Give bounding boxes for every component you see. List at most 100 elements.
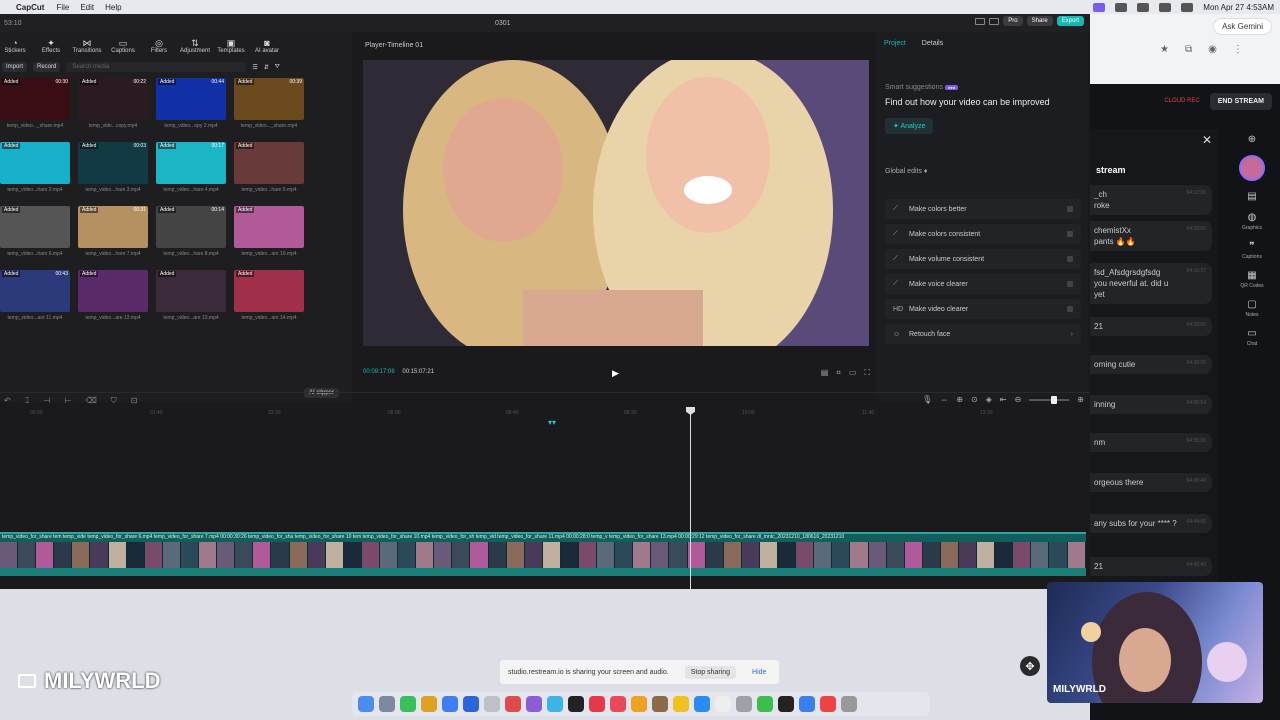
dock-app-icon[interactable] [358, 696, 374, 712]
edit-toggle[interactable] [1067, 206, 1073, 212]
tab-captions[interactable]: ▭ Captions [108, 38, 138, 54]
split-right-icon[interactable]: ⊢ [64, 396, 71, 405]
menubar-datetime[interactable]: Mon Apr 27 4:53AM [1203, 3, 1274, 12]
dock-app-icon[interactable] [715, 696, 731, 712]
timeline-marker-icon[interactable]: ▾▾ [548, 418, 556, 427]
media-item[interactable]: Added 00:03 temp_video...hare 3.mp4 [78, 142, 148, 204]
dock-app-icon[interactable] [421, 696, 437, 712]
dock-app-icon[interactable] [841, 696, 857, 712]
global-edit-item[interactable]: ⟋ Make colors better [885, 199, 1081, 219]
move-icon[interactable]: ✥ [1020, 656, 1040, 676]
tab-filters[interactable]: ◎ Filters [144, 38, 174, 54]
ratio-icon[interactable]: ▭ [849, 368, 857, 378]
media-item[interactable]: Added temp_video...hare 6.mp4 [0, 206, 70, 268]
dock-app-icon[interactable] [547, 696, 563, 712]
video-preview[interactable] [363, 60, 869, 346]
zoom-in-icon[interactable]: ⊕ [1077, 395, 1084, 404]
layout-icon[interactable] [975, 17, 986, 25]
bluetooth-icon[interactable] [1137, 2, 1150, 12]
media-item[interactable]: Added 00:17 temp_video...hare 4.mp4 [156, 142, 226, 204]
delete-icon[interactable]: ⌫ [85, 396, 96, 405]
dock-app-icon[interactable] [652, 696, 668, 712]
menu-app-name[interactable]: CapCut [16, 3, 44, 12]
media-item[interactable]: Added temp_video...are 14.mp4 [234, 270, 304, 332]
timeline-ruler[interactable]: 00:00 01:40 03:20 05:00 06:40 08:20 10:00 11:40… [0, 410, 1090, 420]
tab-effects[interactable]: ✦ Effects [36, 38, 66, 54]
fullscreen-icon[interactable]: ⛶ [864, 368, 870, 378]
global-edit-item[interactable]: ⟋ Make colors consistent [885, 224, 1081, 244]
dock-app-icon[interactable] [505, 696, 521, 712]
menu-edit[interactable]: Edit [80, 3, 94, 12]
playhead[interactable] [686, 407, 695, 669]
dock-app-icon[interactable] [673, 696, 689, 712]
zoom-out-icon[interactable]: ⊖ [1015, 395, 1022, 404]
media-item[interactable]: Added temp_video...hare 5.mp4 [234, 142, 304, 204]
edit-toggle[interactable] [1067, 306, 1073, 312]
search-input[interactable]: Search media [66, 62, 247, 72]
more-icon[interactable]: ⋮ [1233, 44, 1243, 55]
wifi-icon[interactable] [1159, 2, 1172, 12]
dock-app-icon[interactable] [442, 696, 458, 712]
preview-axis-icon[interactable]: ⊙ [971, 395, 978, 404]
quality-icon[interactable]: ▤ [821, 368, 829, 378]
global-edit-item[interactable]: ⟋ Make volume consistent [885, 249, 1081, 269]
hide-button[interactable]: Hide [752, 669, 766, 676]
extensions-icon[interactable]: ⧉ [1185, 44, 1192, 55]
edit-toggle[interactable] [1067, 256, 1073, 262]
edit-toggle[interactable] [1067, 231, 1073, 237]
dock-app-icon[interactable] [736, 696, 752, 712]
analyze-button[interactable]: ✦ Analyze [885, 118, 934, 134]
dock-app-icon[interactable] [820, 696, 836, 712]
rail-item-graphics[interactable]: ◍ Graphics [1242, 212, 1262, 231]
snapshot-icon[interactable]: ⌗ [836, 368, 841, 378]
dock-app-icon[interactable] [379, 696, 395, 712]
media-item[interactable]: Added temp_video...are 13.mp4 [156, 270, 226, 332]
stop-sharing-button[interactable]: Stop sharing [684, 665, 737, 679]
dock-app-icon[interactable] [463, 696, 479, 712]
dock-app-icon[interactable] [589, 696, 605, 712]
record-button[interactable]: Record [33, 62, 61, 72]
add-guest-icon[interactable]: ⊕ [1248, 134, 1256, 145]
play-icon[interactable]: ▶ [612, 368, 619, 379]
list-view-icon[interactable]: ☰ [252, 64, 257, 71]
undo-icon[interactable]: ↶ [4, 396, 11, 405]
dock-app-icon[interactable] [400, 696, 416, 712]
dock-app-icon[interactable] [631, 696, 647, 712]
restream-icon[interactable] [1093, 2, 1106, 12]
dock-app-icon[interactable] [526, 696, 542, 712]
media-item[interactable]: Added 00:14 temp_video...hare 8.mp4 [156, 206, 226, 268]
shortcut-icon[interactable] [989, 17, 1000, 25]
media-item[interactable]: Added temp_video...are 10.mp4 [234, 206, 304, 268]
zoom-slider[interactable] [1029, 395, 1070, 404]
mic-icon[interactable]: 🎙 [922, 395, 932, 404]
sort-icon[interactable]: ⇵ [264, 64, 269, 71]
dock-app-icon[interactable] [757, 696, 773, 712]
global-edit-item[interactable]: ⟋ Make voice clearer [885, 274, 1081, 294]
media-item[interactable]: Added 00:44 temp_video...opy 2.mp4 [156, 78, 226, 140]
snap-icon[interactable]: ⊕ [956, 395, 963, 404]
filter-icon[interactable]: ⛛ [275, 64, 280, 71]
ai-icon[interactable]: ◈ [986, 395, 992, 404]
link-icon[interactable]: ⇔ [940, 395, 948, 404]
tab-adjustment[interactable]: ⇅ Adjustment [180, 38, 210, 54]
dock-app-icon[interactable] [799, 696, 815, 712]
split-left-icon[interactable]: ⊣ [44, 396, 51, 405]
rail-item-qr[interactable]: ▦ QR Codes [1240, 270, 1263, 289]
tab-project[interactable]: Project [884, 40, 906, 47]
dock-app-icon[interactable] [778, 696, 794, 712]
dock-app-icon[interactable] [694, 696, 710, 712]
marker-icon[interactable]: ⛉ [111, 396, 117, 406]
tab-templates[interactable]: ▣ Templates [216, 38, 246, 54]
split-icon[interactable]: ⌶ [25, 396, 30, 406]
tab-stickers[interactable]: ◔ Stickers [0, 38, 30, 54]
tab-details[interactable]: Details [922, 40, 943, 47]
bookmark-icon[interactable]: ★ [1160, 44, 1169, 55]
tab-transitions[interactable]: ⋈ Transitions [72, 38, 102, 54]
global-edit-item[interactable]: HD Make video clearer [885, 299, 1081, 319]
tab-ai-avatar[interactable]: ◙ AI avatar [252, 38, 282, 54]
import-button[interactable]: Import [2, 62, 28, 72]
end-stream-button[interactable]: END STREAM [1209, 92, 1272, 110]
media-item[interactable]: Added temp_video...are 12.mp4 [78, 270, 148, 332]
profile-icon[interactable]: ◉ [1208, 44, 1217, 55]
rail-item-notes[interactable]: ▢ Notes [1245, 299, 1258, 318]
